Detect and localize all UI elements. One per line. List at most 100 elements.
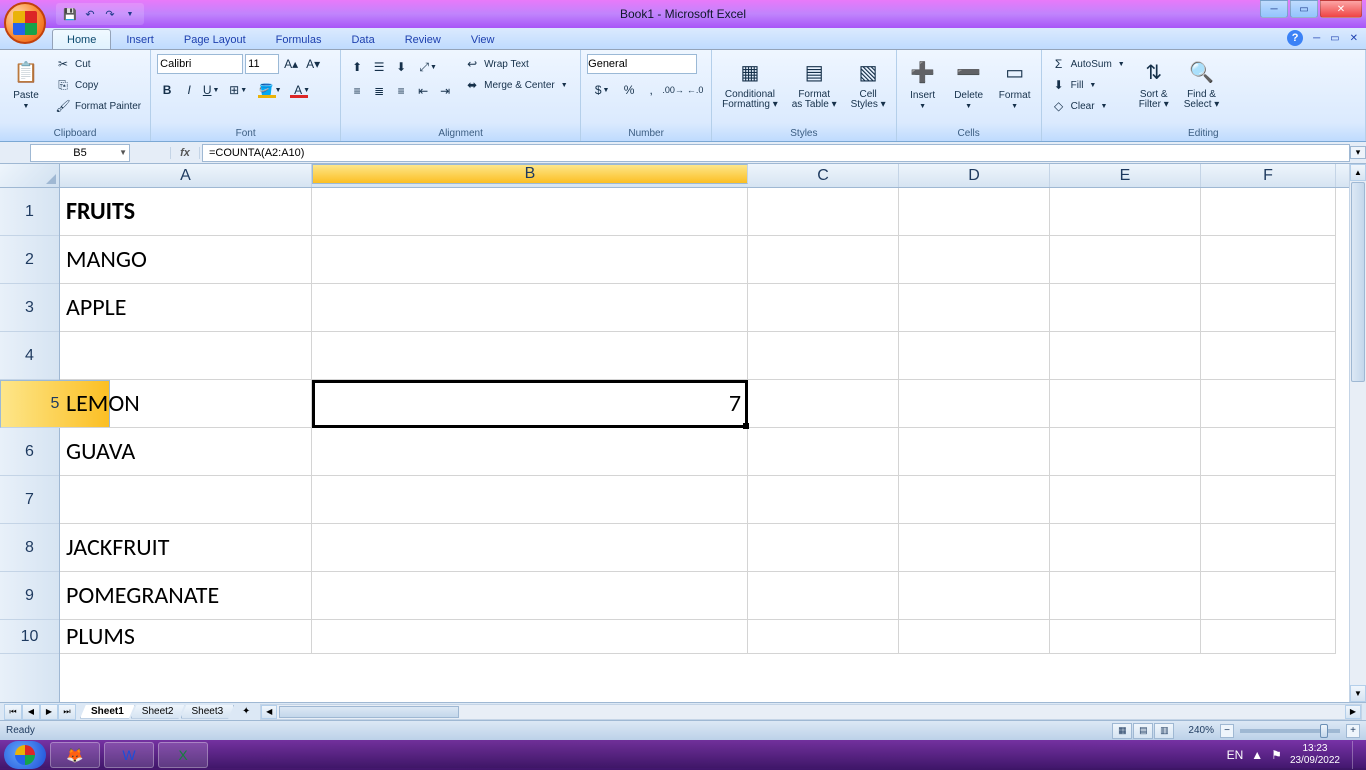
clock[interactable]: 13:2323/09/2022 bbox=[1290, 743, 1340, 767]
maximize-button[interactable]: ▭ bbox=[1290, 0, 1318, 18]
cell-b2[interactable] bbox=[312, 236, 748, 284]
zoom-slider[interactable] bbox=[1240, 729, 1340, 733]
redo-icon[interactable]: ↷ bbox=[102, 6, 118, 22]
sort-filter-button[interactable]: ⇅Sort &Filter ▾ bbox=[1134, 54, 1174, 112]
find-select-button[interactable]: 🔍Find &Select ▾ bbox=[1180, 54, 1224, 112]
cell-styles-button[interactable]: ▧CellStyles ▾ bbox=[847, 54, 890, 112]
taskbar-word[interactable]: W bbox=[104, 742, 154, 768]
cell-e10[interactable] bbox=[1050, 620, 1201, 654]
row-header-9[interactable]: 9 bbox=[0, 572, 59, 620]
zoom-in-icon[interactable]: + bbox=[1346, 724, 1360, 738]
cell-a8[interactable]: JACKFRUIT bbox=[60, 524, 312, 572]
cell-e6[interactable] bbox=[1050, 428, 1201, 476]
italic-button[interactable]: I bbox=[179, 80, 199, 100]
cell-a4[interactable] bbox=[60, 332, 312, 380]
cell-b5[interactable]: 7 bbox=[312, 380, 748, 428]
cut-button[interactable]: ✂Cut bbox=[52, 54, 144, 74]
row-header-2[interactable]: 2 bbox=[0, 236, 59, 284]
cell-a9[interactable]: POMEGRANATE bbox=[60, 572, 312, 620]
zoom-thumb[interactable] bbox=[1320, 724, 1328, 738]
horizontal-scrollbar[interactable]: ◀ ▶ bbox=[260, 704, 1362, 720]
cell-e1[interactable] bbox=[1050, 188, 1201, 236]
cell-f2[interactable] bbox=[1201, 236, 1336, 284]
sheet-tab-1[interactable]: Sheet1 bbox=[80, 705, 135, 719]
cell-c3[interactable] bbox=[748, 284, 899, 332]
page-layout-view-icon[interactable]: ▤ bbox=[1133, 723, 1153, 739]
sheet-tab-3[interactable]: Sheet3 bbox=[181, 705, 235, 719]
qat-customize-icon[interactable]: ▼ bbox=[122, 6, 138, 22]
font-name-select[interactable] bbox=[157, 54, 243, 74]
cell-b6[interactable] bbox=[312, 428, 748, 476]
align-bottom-icon[interactable]: ⬇ bbox=[391, 57, 411, 77]
cell-a10[interactable]: PLUMS bbox=[60, 620, 312, 654]
sheet-prev-icon[interactable]: ◀ bbox=[22, 704, 40, 720]
align-top-icon[interactable]: ⬆ bbox=[347, 57, 367, 77]
scroll-down-icon[interactable]: ▼ bbox=[1350, 685, 1366, 702]
cell-f4[interactable] bbox=[1201, 332, 1336, 380]
format-painter-button[interactable]: 🖌Format Painter bbox=[52, 96, 144, 116]
cell-d3[interactable] bbox=[899, 284, 1050, 332]
undo-icon[interactable]: ↶ bbox=[82, 6, 98, 22]
decrease-font-icon[interactable]: A▾ bbox=[303, 54, 323, 74]
row-header-1[interactable]: 1 bbox=[0, 188, 59, 236]
hscroll-thumb[interactable] bbox=[279, 706, 459, 718]
minimize-button[interactable]: ─ bbox=[1260, 0, 1288, 18]
cell-d9[interactable] bbox=[899, 572, 1050, 620]
row-header-8[interactable]: 8 bbox=[0, 524, 59, 572]
select-all-corner[interactable] bbox=[0, 164, 59, 188]
tab-view[interactable]: View bbox=[456, 29, 510, 49]
cells-area[interactable]: FRUITS MANGO APPLE LEMON7 GUAVA JACKFRUI… bbox=[60, 188, 1366, 654]
page-break-view-icon[interactable]: ▥ bbox=[1154, 723, 1174, 739]
office-button[interactable] bbox=[4, 2, 46, 44]
cell-d10[interactable] bbox=[899, 620, 1050, 654]
currency-icon[interactable]: $▼ bbox=[587, 80, 617, 100]
col-header-c[interactable]: C bbox=[748, 164, 899, 187]
cell-d1[interactable] bbox=[899, 188, 1050, 236]
save-icon[interactable]: 💾 bbox=[62, 6, 78, 22]
col-header-b[interactable]: B bbox=[312, 164, 748, 184]
align-left-icon[interactable]: ≡ bbox=[347, 81, 367, 101]
format-as-table-button[interactable]: ▤Formatas Table ▾ bbox=[788, 54, 841, 112]
cell-c5[interactable] bbox=[748, 380, 899, 428]
row-header-4[interactable]: 4 bbox=[0, 332, 59, 380]
cell-a2[interactable]: MANGO bbox=[60, 236, 312, 284]
fill-color-button[interactable]: 🪣▼ bbox=[255, 80, 285, 100]
conditional-formatting-button[interactable]: ▦ConditionalFormatting ▾ bbox=[718, 54, 782, 112]
cell-f8[interactable] bbox=[1201, 524, 1336, 572]
cell-e7[interactable] bbox=[1050, 476, 1201, 524]
col-header-a[interactable]: A bbox=[60, 164, 312, 187]
ribbon-close-icon[interactable]: ✕ bbox=[1350, 33, 1358, 44]
scroll-right-icon[interactable]: ▶ bbox=[1345, 705, 1361, 719]
help-icon[interactable]: ? bbox=[1287, 30, 1303, 46]
cell-e3[interactable] bbox=[1050, 284, 1201, 332]
underline-button[interactable]: U▼ bbox=[201, 80, 221, 100]
cell-b9[interactable] bbox=[312, 572, 748, 620]
tab-review[interactable]: Review bbox=[390, 29, 456, 49]
clear-button[interactable]: ◇Clear▼ bbox=[1048, 96, 1128, 116]
tab-formulas[interactable]: Formulas bbox=[261, 29, 337, 49]
format-button[interactable]: ▭Format▼ bbox=[995, 54, 1035, 112]
sheet-first-icon[interactable]: ⏮ bbox=[4, 704, 22, 720]
cell-f7[interactable] bbox=[1201, 476, 1336, 524]
expand-formula-bar-icon[interactable]: ▾ bbox=[1350, 146, 1366, 159]
scroll-thumb[interactable] bbox=[1351, 182, 1365, 382]
cell-b4[interactable] bbox=[312, 332, 748, 380]
col-header-f[interactable]: F bbox=[1201, 164, 1336, 187]
tab-home[interactable]: Home bbox=[52, 29, 111, 49]
cell-a6[interactable]: GUAVA bbox=[60, 428, 312, 476]
cell-b3[interactable] bbox=[312, 284, 748, 332]
border-button[interactable]: ⊞▼ bbox=[223, 80, 253, 100]
number-format-select[interactable] bbox=[587, 54, 697, 74]
cell-d4[interactable] bbox=[899, 332, 1050, 380]
cell-d7[interactable] bbox=[899, 476, 1050, 524]
sheet-next-icon[interactable]: ▶ bbox=[40, 704, 58, 720]
cell-e4[interactable] bbox=[1050, 332, 1201, 380]
tray-expand-icon[interactable]: ▲ bbox=[1251, 748, 1263, 762]
ribbon-minimize-icon[interactable]: ─ bbox=[1313, 33, 1320, 44]
scroll-left-icon[interactable]: ◀ bbox=[261, 705, 277, 719]
cell-f5[interactable] bbox=[1201, 380, 1336, 428]
increase-decimal-icon[interactable]: .00→ bbox=[663, 80, 683, 100]
cell-a1[interactable]: FRUITS bbox=[60, 188, 312, 236]
taskbar-excel[interactable]: X bbox=[158, 742, 208, 768]
delete-button[interactable]: ➖Delete▼ bbox=[949, 54, 989, 112]
